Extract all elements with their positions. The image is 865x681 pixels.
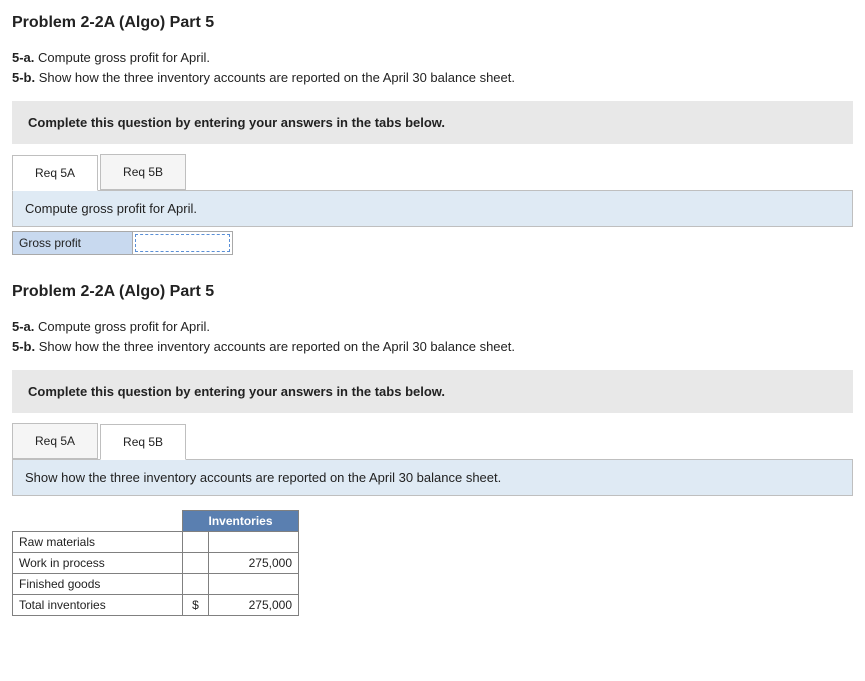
row-wip-label: Work in process bbox=[13, 553, 183, 574]
table-row: Gross profit bbox=[13, 232, 233, 255]
prompt-5a-2: 5-a. Compute gross profit for April. bbox=[12, 317, 853, 337]
prompt-5a-text: Compute gross profit for April. bbox=[38, 50, 210, 65]
problem-title-1: Problem 2-2A (Algo) Part 5 bbox=[12, 14, 853, 32]
gross-profit-input-cell bbox=[133, 232, 233, 255]
row-wip-value[interactable]: 275,000 bbox=[209, 553, 299, 574]
problem-title-2: Problem 2-2A (Algo) Part 5 bbox=[12, 283, 853, 301]
tab-req-5a-2[interactable]: Req 5A bbox=[12, 423, 98, 459]
section-2: Problem 2-2A (Algo) Part 5 5-a. Compute … bbox=[12, 283, 853, 616]
table-row: Inventories bbox=[13, 511, 299, 532]
row-total-label: Total inventories bbox=[13, 595, 183, 616]
row-raw-value[interactable] bbox=[209, 532, 299, 553]
row-raw-currency[interactable] bbox=[183, 532, 209, 553]
section-1: Problem 2-2A (Algo) Part 5 5-a. Compute … bbox=[12, 14, 853, 255]
prompt-5b-label: 5-b. bbox=[12, 70, 35, 85]
inventories-header: Inventories bbox=[183, 511, 299, 532]
table-row: Total inventories $ 275,000 bbox=[13, 595, 299, 616]
prompt-5a-text-2: Compute gross profit for April. bbox=[38, 319, 210, 334]
instructions-1: 5-a. Compute gross profit for April. 5-b… bbox=[12, 48, 853, 87]
tab-req-5a[interactable]: Req 5A bbox=[12, 155, 98, 191]
tab-banner-2: Show how the three inventory accounts ar… bbox=[12, 460, 853, 496]
row-total-currency: $ bbox=[183, 595, 209, 616]
prompt-5a-label-2: 5-a. bbox=[12, 319, 34, 334]
instruction-box-1: Complete this question by entering your … bbox=[12, 101, 853, 144]
tab-req-5b-2[interactable]: Req 5B bbox=[100, 424, 186, 460]
prompt-5b-2: 5-b. Show how the three inventory accoun… bbox=[12, 337, 853, 357]
row-fg-currency[interactable] bbox=[183, 574, 209, 595]
tabs-row-2: Req 5A Req 5B bbox=[12, 423, 853, 460]
prompt-5b-label-2: 5-b. bbox=[12, 339, 35, 354]
prompt-5a: 5-a. Compute gross profit for April. bbox=[12, 48, 853, 68]
row-fg-label: Finished goods bbox=[13, 574, 183, 595]
gross-profit-table: Gross profit bbox=[12, 231, 233, 255]
gross-profit-input[interactable] bbox=[135, 234, 230, 252]
row-wip-currency[interactable] bbox=[183, 553, 209, 574]
tab-req-5b[interactable]: Req 5B bbox=[100, 154, 186, 190]
tabs-row-1: Req 5A Req 5B bbox=[12, 154, 853, 191]
tab-banner-1: Compute gross profit for April. bbox=[12, 191, 853, 227]
table-row: Work in process 275,000 bbox=[13, 553, 299, 574]
row-raw-label: Raw materials bbox=[13, 532, 183, 553]
prompt-5b: 5-b. Show how the three inventory accoun… bbox=[12, 68, 853, 88]
prompt-5b-text: Show how the three inventory accounts ar… bbox=[39, 70, 515, 85]
instructions-2: 5-a. Compute gross profit for April. 5-b… bbox=[12, 317, 853, 356]
blank-cell bbox=[13, 511, 183, 532]
gross-profit-label: Gross profit bbox=[13, 232, 133, 255]
prompt-5b-text-2: Show how the three inventory accounts ar… bbox=[39, 339, 515, 354]
inventories-table: Inventories Raw materials Work in proces… bbox=[12, 510, 299, 616]
table-row: Raw materials bbox=[13, 532, 299, 553]
prompt-5a-label: 5-a. bbox=[12, 50, 34, 65]
instruction-box-2: Complete this question by entering your … bbox=[12, 370, 853, 413]
table-row: Finished goods bbox=[13, 574, 299, 595]
row-total-value: 275,000 bbox=[209, 595, 299, 616]
row-fg-value[interactable] bbox=[209, 574, 299, 595]
